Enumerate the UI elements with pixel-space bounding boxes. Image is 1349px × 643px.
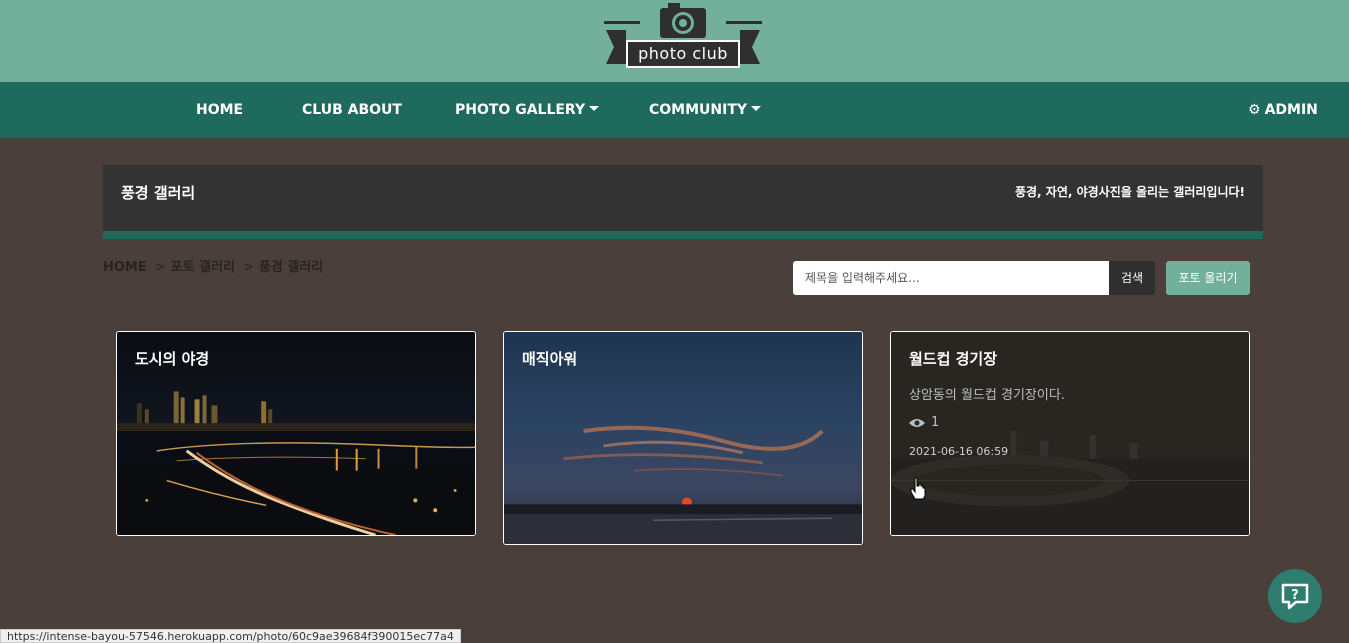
nav-community[interactable]: COMMUNITY (649, 82, 762, 138)
card-title: 월드컵 경기장 (909, 350, 998, 368)
gallery-description: 풍경, 자연, 야경사진을 올리는 갤러리입니다! (1014, 185, 1245, 199)
search-button[interactable]: 검색 (1109, 261, 1155, 295)
hand-cursor-icon (910, 477, 926, 500)
nav-home[interactable]: HOME (196, 82, 243, 138)
chevron-down-icon (589, 105, 600, 111)
photo-card[interactable]: 매직아워 (503, 331, 863, 545)
eye-icon (909, 418, 925, 427)
nav-photo-gallery[interactable]: PHOTO GALLERY (455, 82, 600, 138)
breadcrumb-photo-gallery[interactable]: 포토 갤러리 (171, 260, 235, 275)
nav-community-label: COMMUNITY (649, 102, 748, 118)
question-icon: ? (1281, 583, 1309, 610)
gear-icon: ⚙ (1248, 102, 1261, 118)
nav-admin[interactable]: ⚙ ADMIN (1248, 82, 1318, 138)
photo-card[interactable]: 도시의 야경 (116, 331, 476, 536)
card-view-count: 1 (931, 415, 940, 430)
card-title: 도시의 야경 (135, 350, 210, 368)
breadcrumb: HOME > 포토 갤러리 > 풍경 갤러리 (103, 256, 323, 275)
main-navbar: HOME CLUB ABOUT PHOTO GALLERY COMMUNITY … (0, 82, 1349, 138)
nav-club-about[interactable]: CLUB ABOUT (302, 82, 402, 138)
status-bar-url: https://intense-bayou-57546.herokuapp.co… (0, 629, 461, 643)
card-date: 2021-06-16 06:59 (909, 445, 1009, 458)
help-button[interactable]: ? (1268, 569, 1322, 623)
svg-text:?: ? (1291, 588, 1299, 603)
card-views: 1 (909, 415, 939, 430)
photo-card[interactable]: 월드컵 경기장 상암동의 월드컵 경기장이다. 1 2021-06-16 06:… (890, 331, 1250, 536)
nav-photo-gallery-label: PHOTO GALLERY (455, 102, 586, 118)
search-input[interactable] (793, 261, 1109, 295)
page-title: 풍경 갤러리 (121, 184, 196, 202)
card-description: 상암동의 월드컵 경기장이다. (909, 388, 1065, 403)
chevron-down-icon (751, 105, 762, 111)
chevron-right-icon: > (242, 260, 254, 275)
chevron-right-icon: > (154, 260, 166, 275)
nav-admin-label: ADMIN (1264, 102, 1318, 118)
logo-text[interactable]: photo club (626, 40, 740, 68)
card-title: 매직아워 (522, 350, 578, 368)
breadcrumb-home[interactable]: HOME (103, 260, 147, 275)
breadcrumb-current: 풍경 갤러리 (258, 260, 324, 275)
upload-photo-button[interactable]: 포토 올리기 (1166, 261, 1250, 295)
gallery-header-accent-bar (103, 231, 1263, 239)
